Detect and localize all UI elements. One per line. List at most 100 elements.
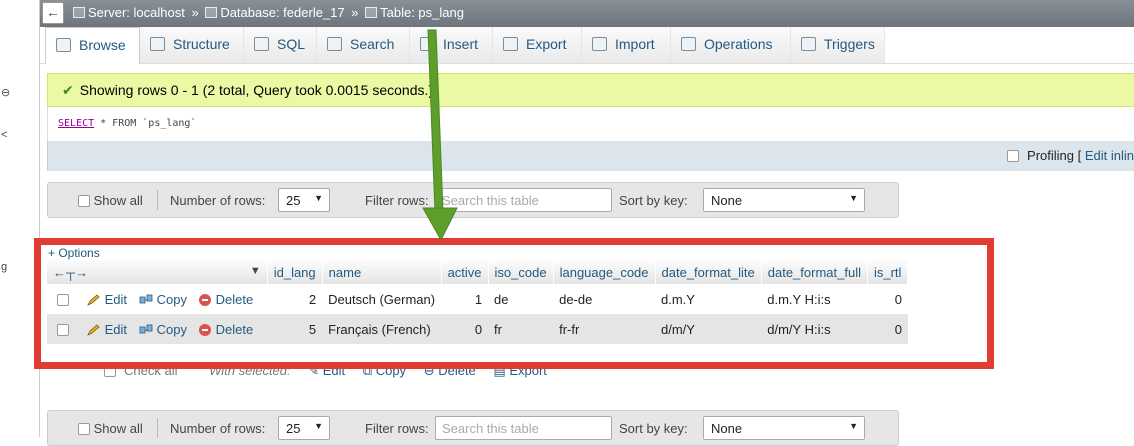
row-checkbox[interactable] xyxy=(57,323,69,336)
copy-row-link[interactable]: Copy xyxy=(139,322,187,337)
link-icon[interactable]: ⊖ xyxy=(1,86,10,99)
check-all-label[interactable]: Check all xyxy=(124,363,177,378)
cell-active[interactable]: 0 xyxy=(441,314,489,344)
sort-value: None xyxy=(711,421,743,436)
navigation-bar-bottom: Show all Number of rows: 25 ▼ Filter rows… xyxy=(47,410,899,446)
cell-iso-code[interactable]: fr xyxy=(488,314,554,344)
cell-name[interactable]: Deutsch (German) xyxy=(322,284,442,314)
edit-label: Edit xyxy=(104,321,128,337)
tab-export[interactable]: Export xyxy=(493,27,582,63)
edit-label: Edit xyxy=(104,291,128,307)
insert-icon xyxy=(420,37,435,51)
options-link[interactable]: + Options xyxy=(48,246,100,260)
cell-date-format-lite[interactable]: d/m/Y xyxy=(655,314,762,344)
cell-is-rtl[interactable]: 0 xyxy=(867,284,908,314)
row-checkbox[interactable] xyxy=(57,293,69,306)
cell-date-format-full[interactable]: d.m.Y H:i:s xyxy=(761,284,868,314)
column-header[interactable]: date_format_full xyxy=(761,260,868,284)
profiling-checkbox[interactable] xyxy=(1007,150,1020,162)
tab-structure[interactable]: Structure xyxy=(140,27,244,63)
filter-rows-label: Filter rows: xyxy=(365,421,429,436)
bulk-edit-button[interactable]: ✎ Edit xyxy=(308,363,345,378)
cell-date-format-full[interactable]: d/m/Y H:i:s xyxy=(761,314,868,344)
filter-rows-input[interactable]: Search this table xyxy=(435,188,612,212)
tab-browse[interactable]: Browse xyxy=(45,27,140,64)
divider xyxy=(157,418,158,438)
column-header[interactable]: date_format_lite xyxy=(655,260,762,284)
cell-active[interactable]: 1 xyxy=(441,284,489,314)
cell-name[interactable]: Français (French) xyxy=(322,314,442,344)
sql-keyword[interactable]: SELECT xyxy=(58,118,94,129)
delete-icon xyxy=(198,323,211,336)
sort-by-key-select[interactable]: None ▼ xyxy=(703,416,865,440)
cell-language-code[interactable]: fr-fr xyxy=(553,314,656,344)
sql-query-box: SELECT * FROM `ps_lang` xyxy=(47,107,1134,141)
column-header[interactable]: active xyxy=(441,260,489,284)
column-header[interactable]: name xyxy=(322,260,442,284)
tab-import[interactable]: Import xyxy=(582,27,671,63)
table-header-row: ←┬→ ▼ id_lang name active iso_code langua… xyxy=(47,260,909,284)
show-all-control[interactable]: Show all xyxy=(78,193,143,208)
column-header[interactable]: language_code xyxy=(553,260,656,284)
sort-dropdown-icon[interactable]: ▼ xyxy=(250,265,261,277)
breadcrumb-separator: » xyxy=(191,5,199,20)
back-arrow-icon[interactable]: ← xyxy=(42,2,64,24)
copy-row-link[interactable]: Copy xyxy=(139,292,187,307)
edit-row-link[interactable]: Edit xyxy=(86,291,128,307)
import-icon xyxy=(592,37,607,51)
column-header[interactable]: is_rtl xyxy=(867,260,909,284)
tab-triggers[interactable]: Triggers xyxy=(791,27,885,63)
tab-label: Browse xyxy=(79,37,126,53)
rows-per-page-select[interactable]: 25 ▼ xyxy=(278,416,330,440)
bulk-copy-button[interactable]: ⧉ Copy xyxy=(363,363,406,378)
column-arrows-icon[interactable]: ←┬→ xyxy=(53,265,88,280)
rows-per-page-select[interactable]: 25 ▼ xyxy=(278,188,330,212)
show-all-checkbox[interactable] xyxy=(78,195,90,207)
export-icon xyxy=(503,37,518,51)
bulk-copy-label: Copy xyxy=(375,363,407,378)
with-selected-label: With selected: xyxy=(209,363,291,378)
tab-insert[interactable]: Insert xyxy=(410,27,493,63)
delete-icon xyxy=(198,293,211,306)
cell-id-lang[interactable]: 2 xyxy=(267,284,323,314)
check-all-checkbox[interactable] xyxy=(104,365,116,377)
breadcrumb-database[interactable]: Database: federle_17 xyxy=(220,5,344,20)
cell-iso-code[interactable]: de xyxy=(488,284,554,314)
column-resize-header[interactable]: ←┬→ ▼ xyxy=(47,260,268,284)
tab-operations[interactable]: Operations xyxy=(671,27,791,63)
divider xyxy=(157,190,158,210)
copy-icon xyxy=(139,324,153,333)
tab-label: Triggers xyxy=(824,36,875,52)
cell-date-format-lite[interactable]: d.m.Y xyxy=(655,284,762,314)
show-all-control[interactable]: Show all xyxy=(78,421,143,436)
tab-label: SQL xyxy=(277,36,306,52)
column-header[interactable]: id_lang xyxy=(267,260,323,284)
cell-is-rtl[interactable]: 0 xyxy=(867,314,908,344)
tab-label: Insert xyxy=(443,36,479,52)
edit-row-link[interactable]: Edit xyxy=(86,321,128,337)
edit-inline-link[interactable]: Edit inlin xyxy=(1085,148,1134,163)
show-all-label: Show all xyxy=(93,193,143,208)
breadcrumb-server[interactable]: Server: localhost xyxy=(88,5,185,20)
filter-rows-input[interactable]: Search this table xyxy=(435,416,612,440)
collapse-icon[interactable]: < xyxy=(1,129,7,141)
tab-label: Structure xyxy=(173,36,230,52)
database-icon xyxy=(205,7,218,18)
tab-sql[interactable]: SQL xyxy=(244,27,317,63)
show-all-checkbox[interactable] xyxy=(78,423,90,435)
sort-by-key-select[interactable]: None ▼ xyxy=(703,188,865,212)
cell-language-code[interactable]: de-de xyxy=(553,284,656,314)
tab-search[interactable]: Search xyxy=(317,27,410,63)
cell-id-lang[interactable]: 5 xyxy=(267,314,323,344)
search-icon xyxy=(327,37,342,51)
browse-icon xyxy=(56,38,71,52)
delete-row-link[interactable]: Delete xyxy=(198,292,253,307)
bulk-delete-button[interactable]: ⊖ Delete xyxy=(424,363,476,378)
bulk-export-label: Export xyxy=(509,363,547,378)
breadcrumb-table[interactable]: Table: ps_lang xyxy=(380,5,464,20)
triggers-icon xyxy=(801,37,816,51)
bulk-export-button[interactable]: ▤ Export xyxy=(493,363,546,378)
copy-icon xyxy=(139,294,153,303)
delete-row-link[interactable]: Delete xyxy=(198,322,253,337)
column-header[interactable]: iso_code xyxy=(488,260,554,284)
